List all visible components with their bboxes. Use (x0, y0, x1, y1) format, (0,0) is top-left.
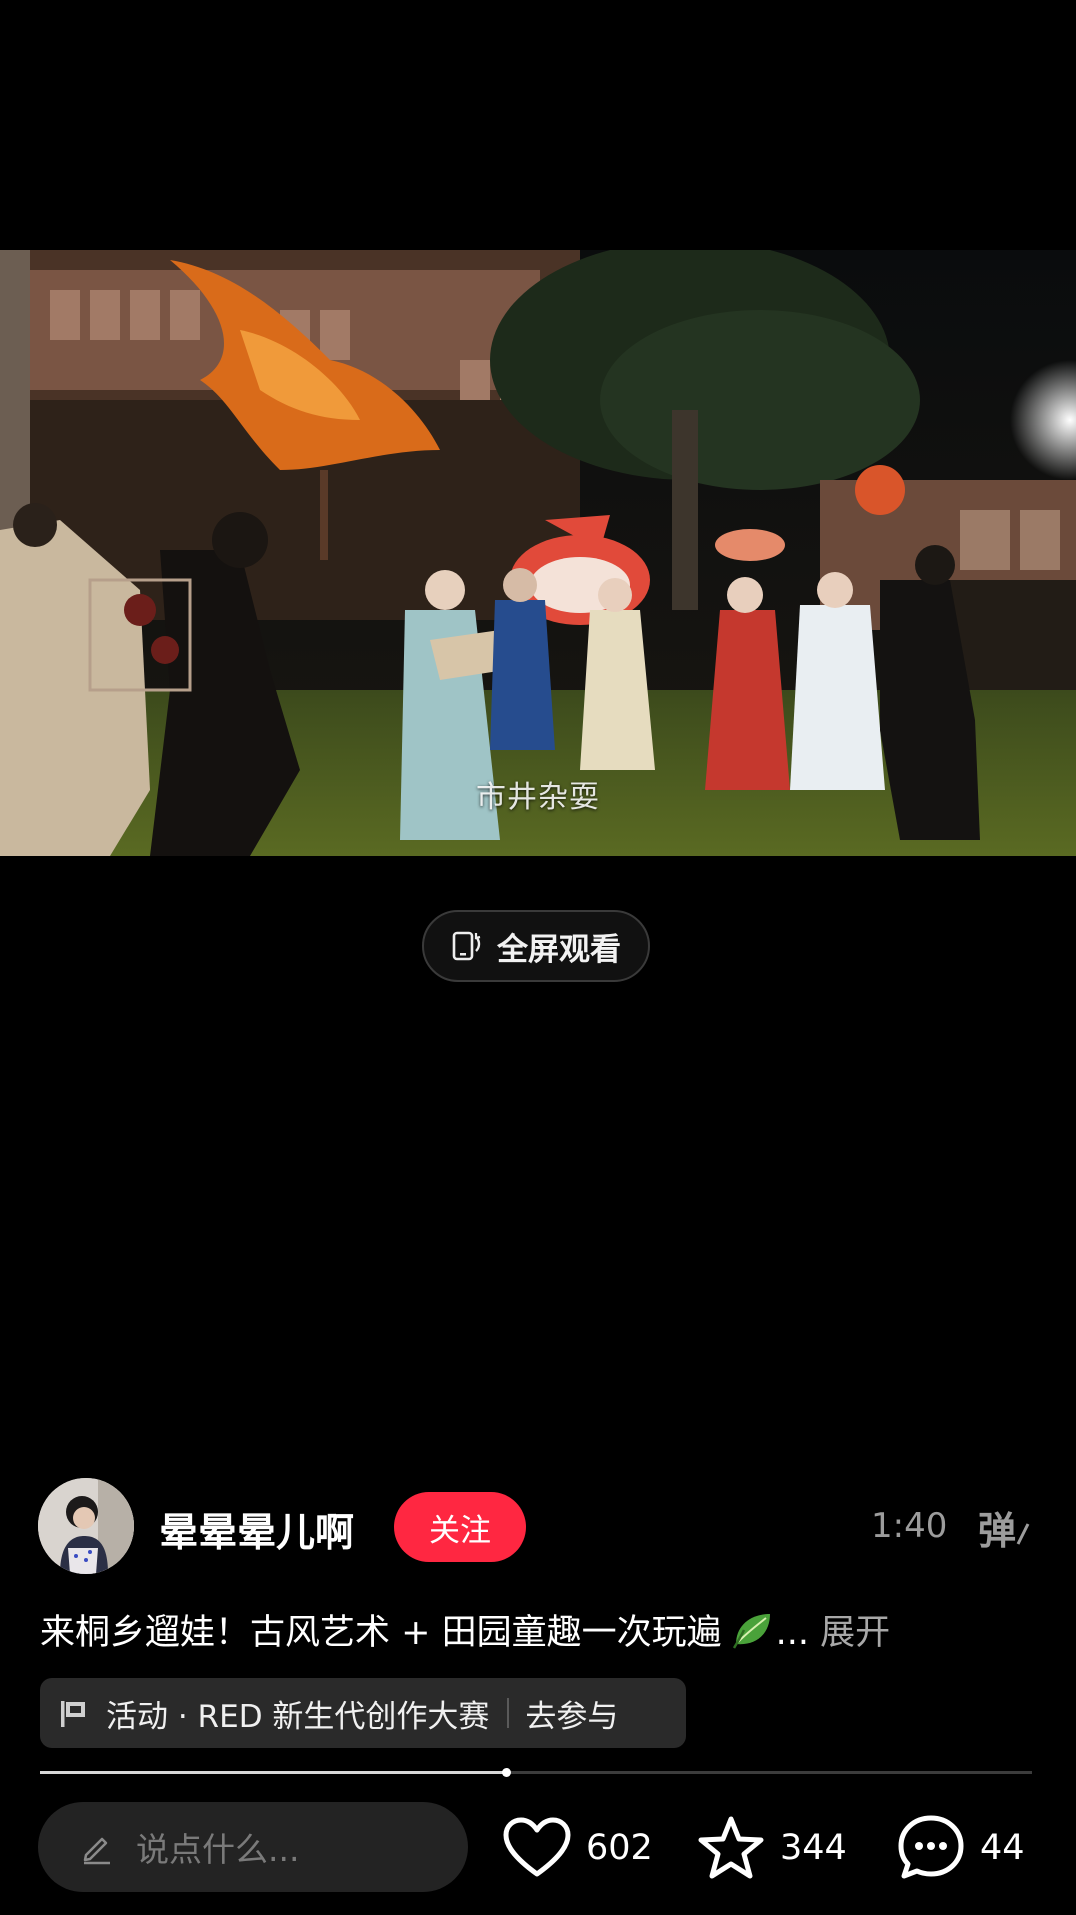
danmaku-toggle-icon[interactable]: 弹 (978, 1500, 1030, 1555)
fullscreen-label: 全屏观看 (497, 931, 621, 968)
danmaku-label: 弹 (978, 1509, 1017, 1553)
author-name[interactable]: 晕晕晕儿啊 (159, 1502, 354, 1558)
author-row: 晕晕晕儿啊 关注 1:40 弹 (38, 1478, 1038, 1578)
comment-count: 44 (980, 1828, 1025, 1868)
favorite-count: 344 (780, 1828, 847, 1868)
like-button[interactable]: 602 (502, 1810, 653, 1886)
fullscreen-button[interactable]: 全屏观看 (422, 910, 650, 982)
user-avatar-icon (38, 1478, 134, 1574)
join-activity-link[interactable]: 去参与 (525, 1691, 618, 1736)
comment-placeholder: 说点什么... (136, 1830, 300, 1869)
heart-icon (503, 1817, 571, 1877)
expand-link[interactable]: 展开 (809, 1613, 890, 1653)
pencil-icon (83, 1837, 110, 1865)
video-progress-bar[interactable] (40, 1768, 1032, 1777)
follow-button[interactable]: 关注 (394, 1492, 526, 1562)
author-avatar[interactable] (38, 1478, 134, 1574)
comment-button[interactable]: 44 (896, 1810, 1025, 1886)
star-icon (698, 1816, 764, 1879)
like-count: 602 (586, 1828, 653, 1868)
chat-bubble-icon (898, 1815, 964, 1879)
flag-icon (61, 1701, 85, 1727)
post-description[interactable]: 来桐乡遛娃！古风艺术 + 田园童趣一次玩遍... 展开 (40, 1604, 890, 1661)
activity-divider (507, 1698, 510, 1728)
video-frame-scene (0, 250, 1076, 856)
progress-handle[interactable] (502, 1768, 511, 1777)
progress-fill (40, 1771, 506, 1774)
fullscreen-rotate-icon (452, 931, 481, 961)
video-duration: 1:40 (871, 1506, 948, 1546)
expand-label: 展开 (820, 1613, 891, 1653)
leaf-emoji-icon (730, 1608, 774, 1661)
comment-input[interactable]: 说点什么... (38, 1802, 468, 1892)
danmaku-slash-icon (1016, 1523, 1030, 1545)
video-caption: 市井杂耍 (476, 780, 600, 815)
favorite-button[interactable]: 344 (696, 1810, 847, 1886)
activity-tag[interactable]: 活动 · RED 新生代创作大赛 去参与 (40, 1678, 686, 1748)
activity-label: 活动 · RED 新生代创作大赛 (106, 1698, 490, 1735)
video-player[interactable] (0, 250, 1076, 856)
description-text: 来桐乡遛娃！古风艺术 + 田园童趣一次玩遍 (40, 1613, 722, 1653)
description-ellipsis: ... (775, 1613, 809, 1653)
